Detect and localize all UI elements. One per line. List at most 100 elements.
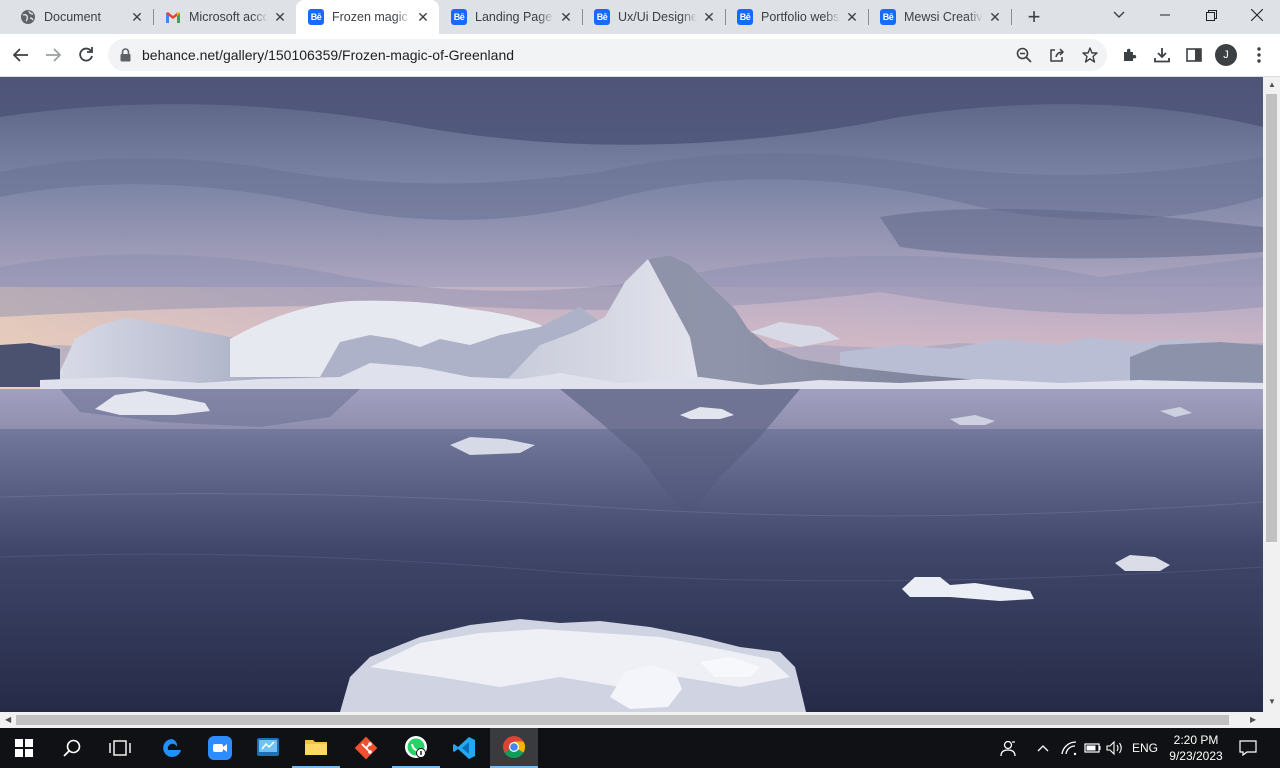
close-icon[interactable]: ✕ [272,9,288,25]
tab-title: Microsoft account [189,10,268,24]
side-panel-icon [1186,48,1202,62]
edge-icon [163,739,181,757]
taskbar-chrome[interactable] [490,728,538,768]
vscode-icon [453,737,475,759]
browser-toolbar: behance.net/gallery/150106359/Frozen-mag… [0,34,1280,77]
taskbar-edge[interactable] [148,728,196,768]
behance-icon: Bē [308,9,324,25]
arrow-right-icon [46,48,61,62]
taskbar-git[interactable] [342,728,390,768]
side-panel-button[interactable] [1179,40,1209,70]
gmail-icon [165,9,181,25]
taskbar-vscode[interactable] [440,728,488,768]
tab-frozen-magic[interactable]: Bē Frozen magic of Greenland ✕ [296,0,439,34]
extensions-button[interactable] [1115,40,1145,70]
tab-ux-ui-designer[interactable]: Bē Ux/Ui Designer ✕ [582,0,725,34]
globe-icon [20,9,36,25]
minimize-icon [1160,14,1170,16]
downloads-button[interactable] [1147,40,1177,70]
tab-title: Frozen magic of Greenland [332,10,411,24]
notification-icon[interactable] [1234,728,1262,768]
gallery-image-viewport [0,77,1263,712]
tab-title: Landing Page - Mobile [475,10,554,24]
tab-title: Ux/Ui Designer [618,10,697,24]
git-icon [354,736,378,760]
close-window-button[interactable] [1234,0,1280,30]
tab-document[interactable]: Document ✕ [8,0,153,34]
bookmark-star-icon[interactable] [1082,47,1098,66]
volume-icon[interactable] [1104,728,1126,768]
system-clock[interactable]: 2:20 PM 9/23/2023 [1162,732,1230,764]
vertical-scrollbar[interactable]: ▲ ▼ [1263,77,1280,712]
url-text[interactable]: behance.net/gallery/150106359/Frozen-mag… [142,47,514,63]
battery-icon[interactable] [1082,728,1102,768]
tab-title: Portfolio website [761,10,840,24]
restore-button[interactable] [1188,0,1234,30]
reload-icon [79,47,93,62]
tab-strip: Document ✕ Microsoft account ✕ Bē Frozen… [0,0,1280,34]
lock-icon [120,48,131,65]
taskbar-file-explorer[interactable] [292,728,340,768]
share-icon[interactable] [1049,47,1065,66]
language-indicator[interactable]: ENG [1128,728,1162,768]
windows-logo-icon [15,739,33,757]
close-icon[interactable]: ✕ [844,9,860,25]
task-view-icon [109,740,131,756]
download-icon [1154,48,1170,63]
network-icon[interactable] [1058,728,1080,768]
back-button[interactable] [6,40,36,70]
tab-title: Mewsi Creative [904,10,983,24]
new-tab-button[interactable]: + [1020,3,1048,31]
scroll-right-icon[interactable]: ▶ [1250,715,1256,724]
minimize-button[interactable] [1142,0,1188,30]
scrollbar-thumb[interactable] [1266,94,1277,542]
taskbar-control-panel[interactable] [244,728,292,768]
windows-taskbar: ENG 2:20 PM 9/23/2023 [0,728,1280,768]
chevron-up-icon[interactable] [1034,728,1052,768]
whatsapp-icon [405,736,427,758]
horizontal-scrollbar[interactable]: ◀ ▶ [0,712,1280,728]
behance-icon: Bē [880,9,896,25]
iceberg-photo [0,77,1263,712]
tab-microsoft-account[interactable]: Microsoft account ✕ [153,0,296,34]
close-icon[interactable]: ✕ [129,9,145,25]
search-button[interactable] [48,728,96,768]
zoom-app-icon [208,736,232,760]
control-panel-icon [257,738,279,756]
scroll-down-icon[interactable]: ▼ [1268,697,1276,706]
scroll-left-icon[interactable]: ◀ [5,715,11,724]
chrome-icon [503,736,525,758]
more-vert-icon [1257,47,1261,63]
taskbar-zoom[interactable] [196,728,244,768]
close-icon[interactable]: ✕ [701,9,717,25]
restore-icon [1205,9,1217,21]
people-icon[interactable] [996,728,1020,768]
arrow-left-icon [13,48,28,62]
tab-divider [1011,9,1012,25]
tab-portfolio-website[interactable]: Bē Portfolio website ✕ [725,0,868,34]
taskbar-whatsapp[interactable] [392,728,440,768]
tab-mewsi-creative[interactable]: Bē Mewsi Creative ✕ [868,0,1011,34]
puzzle-icon [1124,48,1137,61]
scrollbar-thumb[interactable] [16,715,1229,725]
close-icon[interactable]: ✕ [415,9,431,25]
tab-title: Document [44,10,101,24]
menu-button[interactable] [1244,40,1274,70]
zoom-icon[interactable] [1016,47,1032,66]
task-view-button[interactable] [96,728,144,768]
chevron-down-icon [1113,11,1125,18]
tab-landing-page[interactable]: Bē Landing Page - Mobile ✕ [439,0,582,34]
scroll-up-icon[interactable]: ▲ [1268,80,1276,89]
behance-icon: Bē [737,9,753,25]
behance-icon: Bē [594,9,610,25]
folder-icon [305,740,327,755]
address-bar[interactable]: behance.net/gallery/150106359/Frozen-mag… [108,39,1107,71]
forward-button[interactable] [38,40,68,70]
close-icon[interactable]: ✕ [987,9,1003,25]
reload-button[interactable] [71,40,101,70]
close-icon [1251,9,1263,21]
close-icon[interactable]: ✕ [558,9,574,25]
start-button[interactable] [0,728,48,768]
tab-search-button[interactable] [1096,0,1142,30]
profile-avatar[interactable]: J [1215,44,1237,66]
